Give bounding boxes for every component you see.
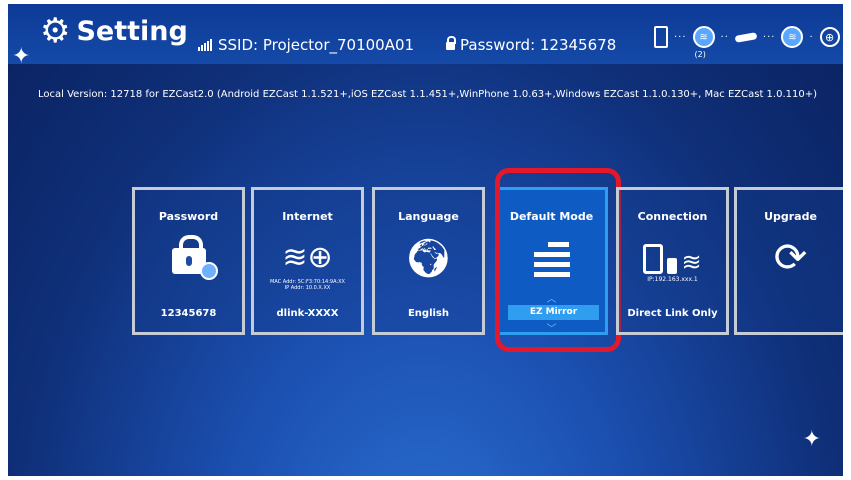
tile-value: 12345678 (160, 308, 217, 319)
wifi-clients-icon: ≋ (2) (692, 26, 715, 59)
phone-icon (654, 26, 668, 48)
focus-highlight (495, 168, 621, 352)
wifi-icon: ≋ (781, 26, 804, 48)
tile-upgrade[interactable]: Upgrade ⟳ (734, 187, 843, 335)
tile-label: Connection (637, 210, 708, 223)
globe-icon: ⊕ (819, 27, 840, 47)
padlock-icon (135, 235, 242, 280)
page-title-group: ⚙ Setting (40, 14, 188, 48)
connection-icon: ≋ (619, 238, 726, 274)
upgrade-icon: ⟳ (773, 235, 808, 281)
gear-icon: ⚙ (40, 11, 71, 51)
tile-label: Internet (282, 210, 333, 223)
tile-language[interactable]: Language 🌍︎ English (372, 187, 485, 335)
router-icon (734, 31, 758, 43)
ssid-info: SSID: Projector_70100A01 (198, 36, 414, 54)
tile-password[interactable]: Password 12345678 (132, 187, 245, 335)
projector-screen: ✦ ✦ ⚙ Setting SSID: Projector_70100A01 P… (8, 4, 843, 476)
ssid-label: SSID: Projector_70100A01 (218, 36, 415, 54)
password-label: Password: 12345678 (460, 36, 617, 54)
tile-label: Password (158, 210, 219, 223)
tile-label: Upgrade (764, 210, 817, 223)
lock-icon (446, 36, 456, 50)
connection-status: ··· ≋ (2) ·· ··· ≋ · ⊕ (654, 26, 840, 59)
page-title: Setting (76, 15, 188, 47)
wifi-globe-icon: ≋⊕ (282, 240, 333, 275)
tile-value: English (407, 308, 450, 319)
sparkle-icon: ✦ (12, 44, 31, 69)
tile-value: Direct Link Only (627, 308, 718, 319)
sparkle-icon: ✦ (802, 427, 821, 452)
password-info: Password: 12345678 (446, 36, 616, 54)
ip-address: IP Addr: 10.0.X.XX (284, 285, 331, 291)
tile-label: Language (398, 210, 459, 223)
connection-ip: IP:192.163.xxx.1 (647, 276, 698, 283)
tile-connection[interactable]: Connection ≋ IP:192.163.xxx.1 Direct Lin… (616, 187, 729, 335)
tile-value: dlink-XXXX (276, 308, 339, 319)
client-count: (2) (694, 50, 706, 59)
globe-icon: 🌍︎ (404, 236, 453, 280)
version-info: Local Version: 12718 for EZCast2.0 (Andr… (38, 89, 818, 100)
signal-icon (198, 39, 213, 51)
tile-internet[interactable]: Internet ≋⊕ MAC Addr: 5C:F3:70:14:9A:XX … (251, 187, 364, 335)
